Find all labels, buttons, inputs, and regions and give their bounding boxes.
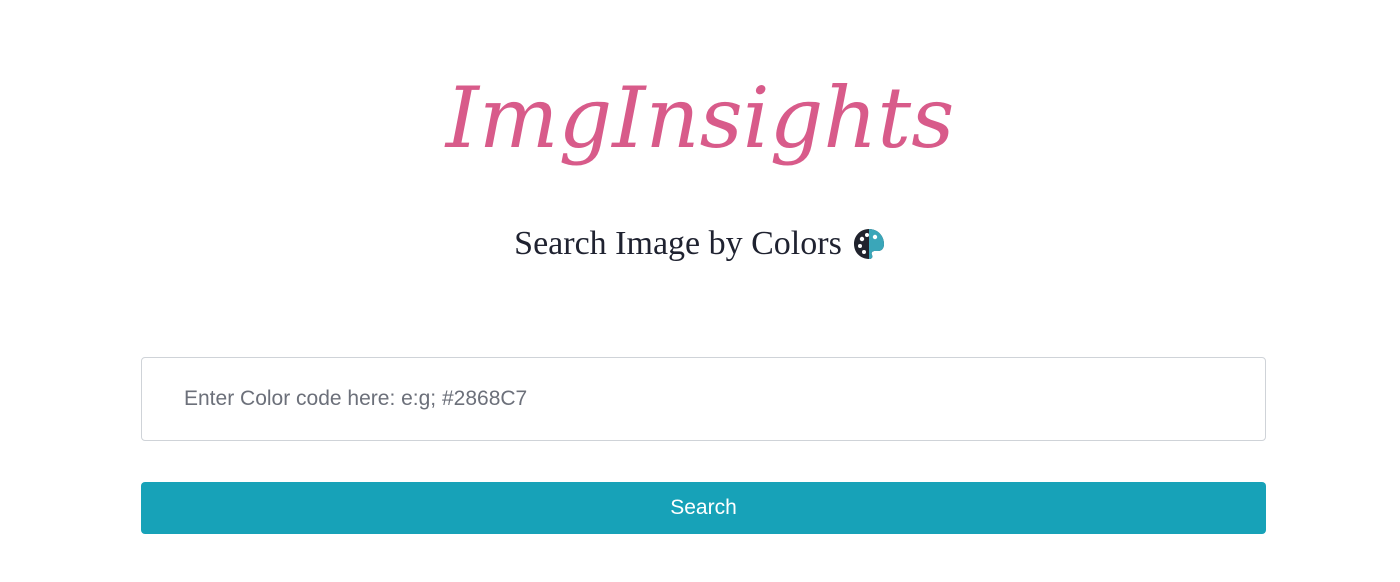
page: ImgInsights Search Image by Colors Searc… bbox=[0, 0, 1400, 582]
search-button[interactable]: Search bbox=[141, 482, 1266, 534]
subtitle-row: Search Image by Colors bbox=[0, 222, 1400, 266]
artist-palette-icon bbox=[852, 227, 886, 261]
brand-title: ImgInsights bbox=[445, 69, 955, 167]
page-subtitle: Search Image by Colors bbox=[514, 225, 842, 262]
color-code-input[interactable] bbox=[141, 357, 1266, 441]
